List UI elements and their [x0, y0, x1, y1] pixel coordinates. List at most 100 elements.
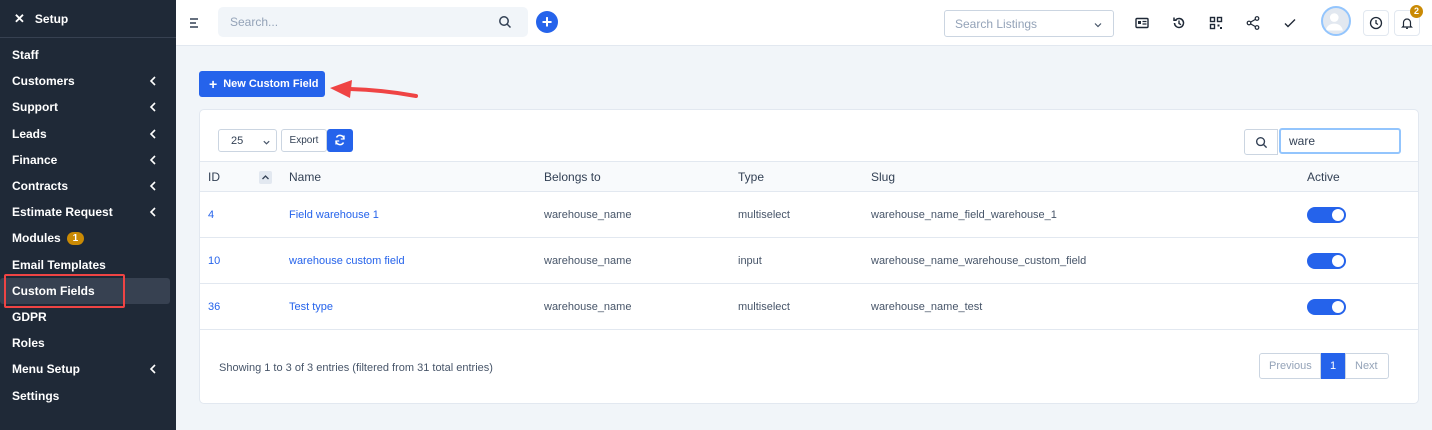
chevron-left-icon — [149, 76, 156, 86]
search-icon[interactable] — [498, 15, 512, 29]
pagination-previous[interactable]: Previous — [1259, 353, 1321, 379]
avatar[interactable] — [1321, 6, 1351, 36]
field-id-link[interactable]: 36 — [208, 301, 220, 313]
cell-active — [1299, 283, 1418, 330]
page-length-select[interactable]: 25 — [218, 129, 277, 152]
cell-name: Field warehouse 1 — [281, 191, 536, 238]
column-header-active[interactable]: Active — [1299, 161, 1418, 192]
pagination-next[interactable]: Next — [1345, 353, 1389, 379]
sidebar-item-label: Contracts — [12, 179, 69, 194]
column-header-name[interactable]: Name — [281, 161, 536, 192]
filter-search-icon-box — [1244, 129, 1278, 155]
id-card-icon[interactable] — [1134, 15, 1150, 31]
check-icon[interactable] — [1282, 15, 1298, 31]
table-row: 36 Test type warehouse_name multiselect ware… — [200, 283, 1418, 330]
sidebar-item-modules[interactable]: Modules 1 — [0, 225, 176, 251]
cell-slug: warehouse_name_test — [863, 283, 1299, 330]
sidebar-item-email-templates[interactable]: Email Templates — [0, 252, 176, 278]
sidebar-header[interactable]: ✕ Setup — [0, 0, 176, 38]
sidebar-item-contracts[interactable]: Contracts — [0, 173, 176, 199]
new-custom-field-label: New Custom Field — [223, 78, 319, 90]
history-icon[interactable] — [1171, 15, 1187, 31]
field-name-link[interactable]: warehouse custom field — [289, 255, 405, 267]
annotation-arrow-icon — [330, 80, 418, 98]
active-toggle[interactable] — [1307, 298, 1346, 315]
chevron-down-icon — [1094, 23, 1102, 28]
column-header-slug[interactable]: Slug — [863, 161, 1299, 192]
column-header-belongs-to[interactable]: Belongs to — [536, 161, 730, 192]
close-icon[interactable]: ✕ — [14, 11, 25, 27]
custom-fields-panel: 25 Export ID Name Belongs to Type Slug A… — [199, 109, 1419, 404]
menu-icon[interactable] — [188, 16, 202, 30]
cell-name: warehouse custom field — [281, 237, 536, 284]
sidebar-item-label: GDPR — [12, 309, 47, 324]
notifications-button[interactable]: 2 — [1394, 5, 1423, 36]
sidebar-item-menu-setup[interactable]: Menu Setup — [0, 356, 176, 382]
table-row: 4 Field warehouse 1 warehouse_name multisel… — [200, 191, 1418, 238]
sidebar-item-settings[interactable]: Settings — [0, 382, 176, 408]
sidebar-item-leads[interactable]: Leads — [0, 121, 176, 147]
column-header-id[interactable]: ID — [200, 161, 281, 192]
page-length-value: 25 — [231, 135, 244, 147]
chevron-down-icon — [263, 140, 270, 145]
timer-button[interactable] — [1363, 10, 1389, 36]
cell-active — [1299, 237, 1418, 284]
pagination-page-1[interactable]: 1 — [1321, 353, 1345, 379]
sidebar-item-custom-fields[interactable]: Custom Fields — [0, 277, 170, 304]
search-icon — [1255, 136, 1268, 149]
global-search — [218, 7, 528, 37]
sidebar-item-label: Menu Setup — [12, 362, 80, 377]
cell-id: 10 — [200, 237, 281, 284]
cell-belongs-to: warehouse_name — [536, 191, 730, 238]
field-name-link[interactable]: Test type — [289, 301, 333, 313]
qr-code-icon[interactable] — [1208, 15, 1224, 31]
chevron-left-icon — [149, 207, 156, 217]
new-custom-field-button[interactable]: + New Custom Field — [199, 71, 325, 97]
user-icon — [1325, 13, 1343, 31]
cell-type: multiselect — [730, 283, 863, 330]
table-header-row: ID Name Belongs to Type Slug Active — [200, 161, 1418, 192]
column-header-type[interactable]: Type — [730, 161, 863, 192]
sidebar-item-customers[interactable]: Customers — [0, 68, 176, 94]
sidebar-item-support[interactable]: Support — [0, 94, 176, 120]
active-toggle[interactable] — [1307, 206, 1346, 223]
sort-icon[interactable] — [259, 171, 272, 184]
table-row: 10 warehouse custom field warehouse_name in… — [200, 237, 1418, 284]
sidebar-item-gdpr[interactable]: GDPR — [0, 304, 176, 330]
sidebar-item-finance[interactable]: Finance — [0, 147, 176, 173]
search-listings-select[interactable]: Search Listings — [944, 10, 1114, 37]
sidebar-item-estimate-request[interactable]: Estimate Request — [0, 199, 176, 225]
cell-id: 4 — [200, 191, 281, 238]
quick-add-button[interactable]: + — [536, 11, 558, 33]
sidebar-header-title: Setup — [34, 11, 69, 26]
custom-fields-table: ID Name Belongs to Type Slug Active 4 Fie… — [200, 161, 1418, 330]
sidebar: ✕ Setup Staff Customers Support Leads Financ… — [0, 0, 176, 430]
sidebar-item-label: Leads — [12, 126, 47, 141]
sidebar-item-staff[interactable]: Staff — [0, 42, 176, 68]
cell-slug: warehouse_name_field_warehouse_1 — [863, 191, 1299, 238]
reload-button[interactable] — [327, 129, 353, 152]
cell-type: multiselect — [730, 191, 863, 238]
sidebar-menu: Staff Customers Support Leads Finance Contrac… — [0, 38, 176, 409]
cell-slug: warehouse_name_warehouse_custom_field — [863, 237, 1299, 284]
table-info-text: Showing 1 to 3 of 3 entries (filtered fr… — [219, 362, 493, 374]
sidebar-item-label: Modules — [12, 231, 61, 246]
sidebar-item-label: Customers — [12, 74, 75, 89]
export-button[interactable]: Export — [281, 129, 327, 152]
sidebar-item-label: Settings — [12, 388, 60, 403]
pagination: Previous 1 Next — [1259, 353, 1389, 379]
search-input[interactable] — [218, 7, 478, 37]
field-id-link[interactable]: 10 — [208, 255, 220, 267]
refresh-icon — [335, 134, 345, 146]
active-toggle[interactable] — [1307, 252, 1346, 269]
field-id-link[interactable]: 4 — [208, 209, 214, 221]
chevron-left-icon — [149, 364, 156, 374]
cell-type: input — [730, 237, 863, 284]
field-name-link[interactable]: Field warehouse 1 — [289, 209, 379, 221]
cell-active — [1299, 191, 1418, 238]
sidebar-item-roles[interactable]: Roles — [0, 330, 176, 356]
share-icon[interactable] — [1245, 15, 1261, 31]
cell-id: 36 — [200, 283, 281, 330]
plus-icon: + — [209, 76, 218, 92]
table-filter-input[interactable] — [1279, 128, 1401, 154]
